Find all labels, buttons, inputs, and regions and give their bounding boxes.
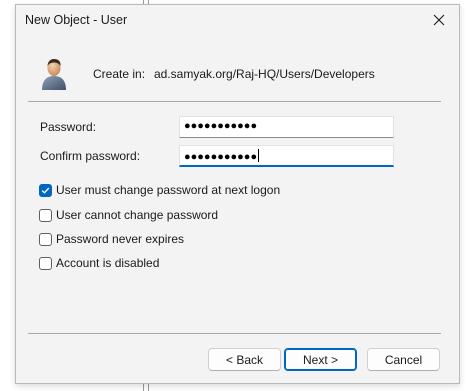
password-label: Password:	[40, 120, 97, 134]
option-label: Account is disabled	[56, 256, 160, 270]
next-button[interactable]: Next >	[284, 348, 357, 371]
cancel-button[interactable]: Cancel	[367, 348, 440, 371]
header-divider	[28, 101, 441, 102]
option-must-change-password[interactable]: User must change password at next logon	[39, 182, 280, 198]
option-password-never-expires[interactable]: Password never expires	[39, 231, 184, 247]
text-caret	[258, 149, 260, 162]
create-in-label: Create in:	[93, 67, 146, 81]
option-account-disabled[interactable]: Account is disabled	[39, 255, 159, 271]
password-field[interactable]: ●●●●●●●●●●●	[179, 116, 394, 138]
checkbox-unchecked[interactable]	[39, 208, 52, 222]
confirm-password-label: Confirm password:	[40, 149, 141, 163]
confirm-password-masked-value: ●●●●●●●●●●●	[184, 151, 258, 163]
option-label: User cannot change password	[56, 208, 219, 222]
title-bar: New Object - User	[16, 5, 459, 35]
option-label: User must change password at next logon	[56, 183, 281, 197]
footer-divider	[28, 333, 441, 334]
back-button[interactable]: < Back	[208, 348, 281, 371]
user-icon	[42, 59, 66, 90]
close-icon	[433, 14, 445, 26]
password-masked-value: ●●●●●●●●●●●	[184, 120, 258, 132]
checkbox-unchecked[interactable]	[39, 256, 52, 270]
option-cannot-change-password[interactable]: User cannot change password	[39, 207, 218, 223]
background-window-edge	[143, 383, 149, 391]
close-button[interactable]	[419, 5, 459, 35]
new-user-dialog: New Object - User Create in: ad.samyak.o…	[15, 4, 460, 384]
checkbox-checked[interactable]	[39, 183, 52, 197]
dialog-title: New Object - User	[25, 13, 128, 27]
option-label: Password never expires	[56, 232, 185, 246]
confirm-password-field[interactable]: ●●●●●●●●●●●	[179, 145, 394, 167]
create-in-path: ad.samyak.org/Raj-HQ/Users/Developers	[154, 67, 375, 81]
checkbox-unchecked[interactable]	[39, 232, 52, 246]
checkmark-icon	[41, 187, 50, 194]
